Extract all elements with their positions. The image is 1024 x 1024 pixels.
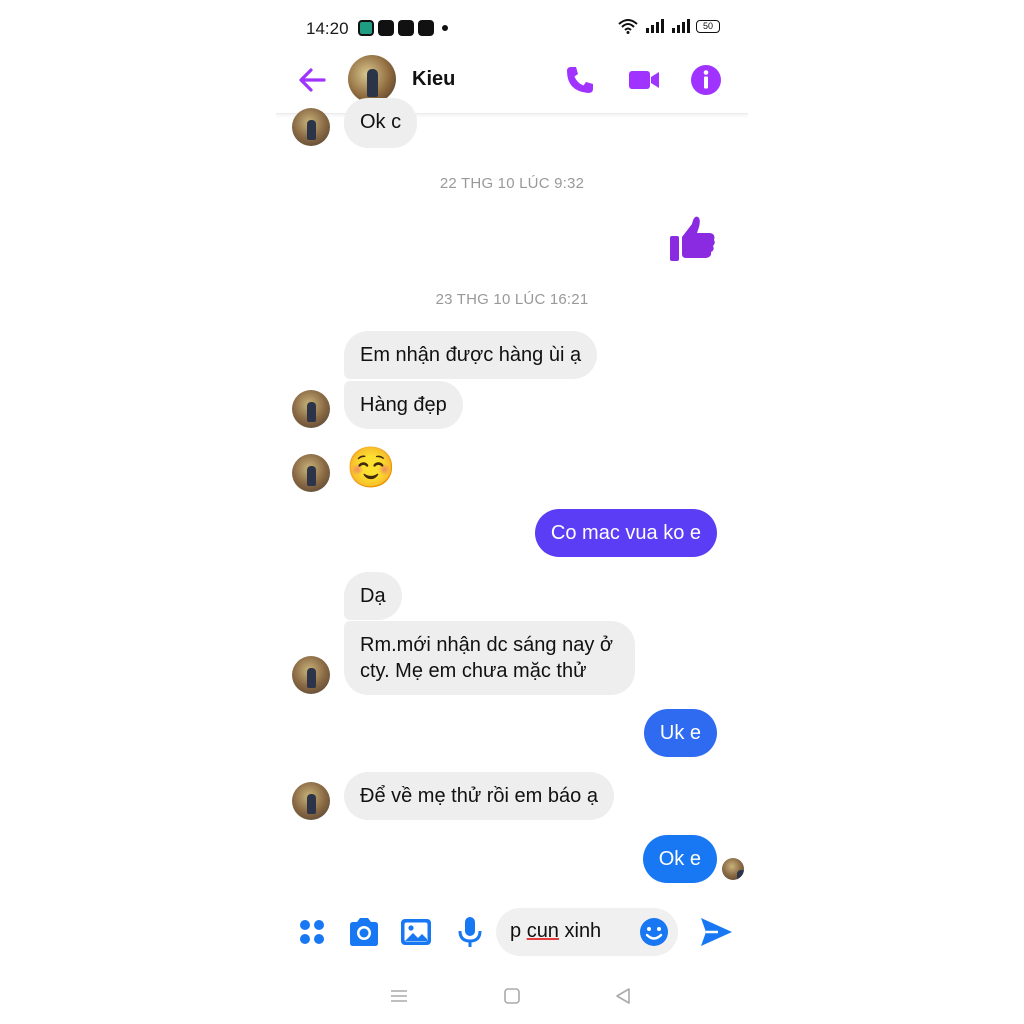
send-icon[interactable] xyxy=(698,914,734,950)
message-timestamp: 22 THG 10 LÚC 9:32 xyxy=(439,175,585,192)
message-outgoing[interactable]: Co mac vua ko e xyxy=(534,509,717,557)
app-notification-icon xyxy=(378,20,394,36)
home-icon[interactable] xyxy=(502,986,522,1006)
message-outgoing[interactable]: Uk e xyxy=(643,709,717,757)
app-notification-icon xyxy=(398,20,414,36)
battery-icon: 50 xyxy=(696,19,720,33)
message-timestamp: 23 THG 10 LÚC 16:21 xyxy=(435,291,589,308)
message-input-text: p cun xinh xyxy=(510,920,601,943)
emoji-message[interactable]: ☺️ xyxy=(346,444,396,492)
wifi-icon xyxy=(618,19,638,34)
sender-avatar[interactable] xyxy=(292,108,330,146)
input-text-misspelled: cun xyxy=(526,920,559,942)
message-incoming[interactable]: Rm.mới nhận dc sáng nay ở cty. Mẹ em chư… xyxy=(344,621,635,695)
camera-icon[interactable] xyxy=(344,912,384,952)
notification-icons xyxy=(358,19,448,37)
phone-icon[interactable] xyxy=(562,62,598,98)
emoji-icon[interactable] xyxy=(638,916,670,948)
more-notifications-dot xyxy=(442,25,448,31)
signal-icon xyxy=(672,19,690,33)
microphone-icon[interactable] xyxy=(450,912,490,952)
input-text-segment: p xyxy=(510,920,527,942)
status-time: 14:20 xyxy=(306,19,349,38)
image-icon[interactable] xyxy=(396,912,436,952)
app-notification-icon xyxy=(358,20,374,36)
sender-avatar[interactable] xyxy=(292,656,330,694)
apps-icon[interactable] xyxy=(292,912,332,952)
video-camera-icon[interactable] xyxy=(626,62,662,98)
info-icon[interactable] xyxy=(688,62,724,98)
message-incoming[interactable]: Em nhận được hàng ùi ạ xyxy=(344,331,598,379)
conversation-header: Kieu xyxy=(276,46,748,114)
contact-name[interactable]: Kieu xyxy=(412,68,455,91)
input-text-segment: xinh xyxy=(558,920,602,942)
message-incoming[interactable]: Để về mẹ thử rồi em báo ạ xyxy=(344,772,614,820)
read-receipt-avatar xyxy=(722,858,744,880)
back-arrow-icon[interactable] xyxy=(294,62,330,98)
message-incoming[interactable]: Dạ xyxy=(344,572,402,620)
system-navigation-bar xyxy=(276,976,748,1016)
back-nav-icon[interactable] xyxy=(613,986,633,1006)
contact-avatar[interactable] xyxy=(348,55,396,103)
message-incoming[interactable]: Ok c xyxy=(344,98,418,148)
app-notification-icon xyxy=(418,20,434,36)
signal-icon xyxy=(646,19,664,33)
sender-avatar[interactable] xyxy=(292,782,330,820)
sender-avatar[interactable] xyxy=(292,454,330,492)
system-icons: 50 xyxy=(618,18,720,34)
messenger-screen: 14:20 50 Kieu Ok c 22 THG 10 LÚC 9:32 23… xyxy=(276,0,748,1024)
like-thumbs-up-icon[interactable] xyxy=(668,213,718,263)
message-incoming[interactable]: Hàng đẹp xyxy=(344,381,463,429)
sender-avatar[interactable] xyxy=(292,390,330,428)
message-outgoing[interactable]: Ok e xyxy=(642,835,717,883)
menu-icon[interactable] xyxy=(389,986,409,1006)
